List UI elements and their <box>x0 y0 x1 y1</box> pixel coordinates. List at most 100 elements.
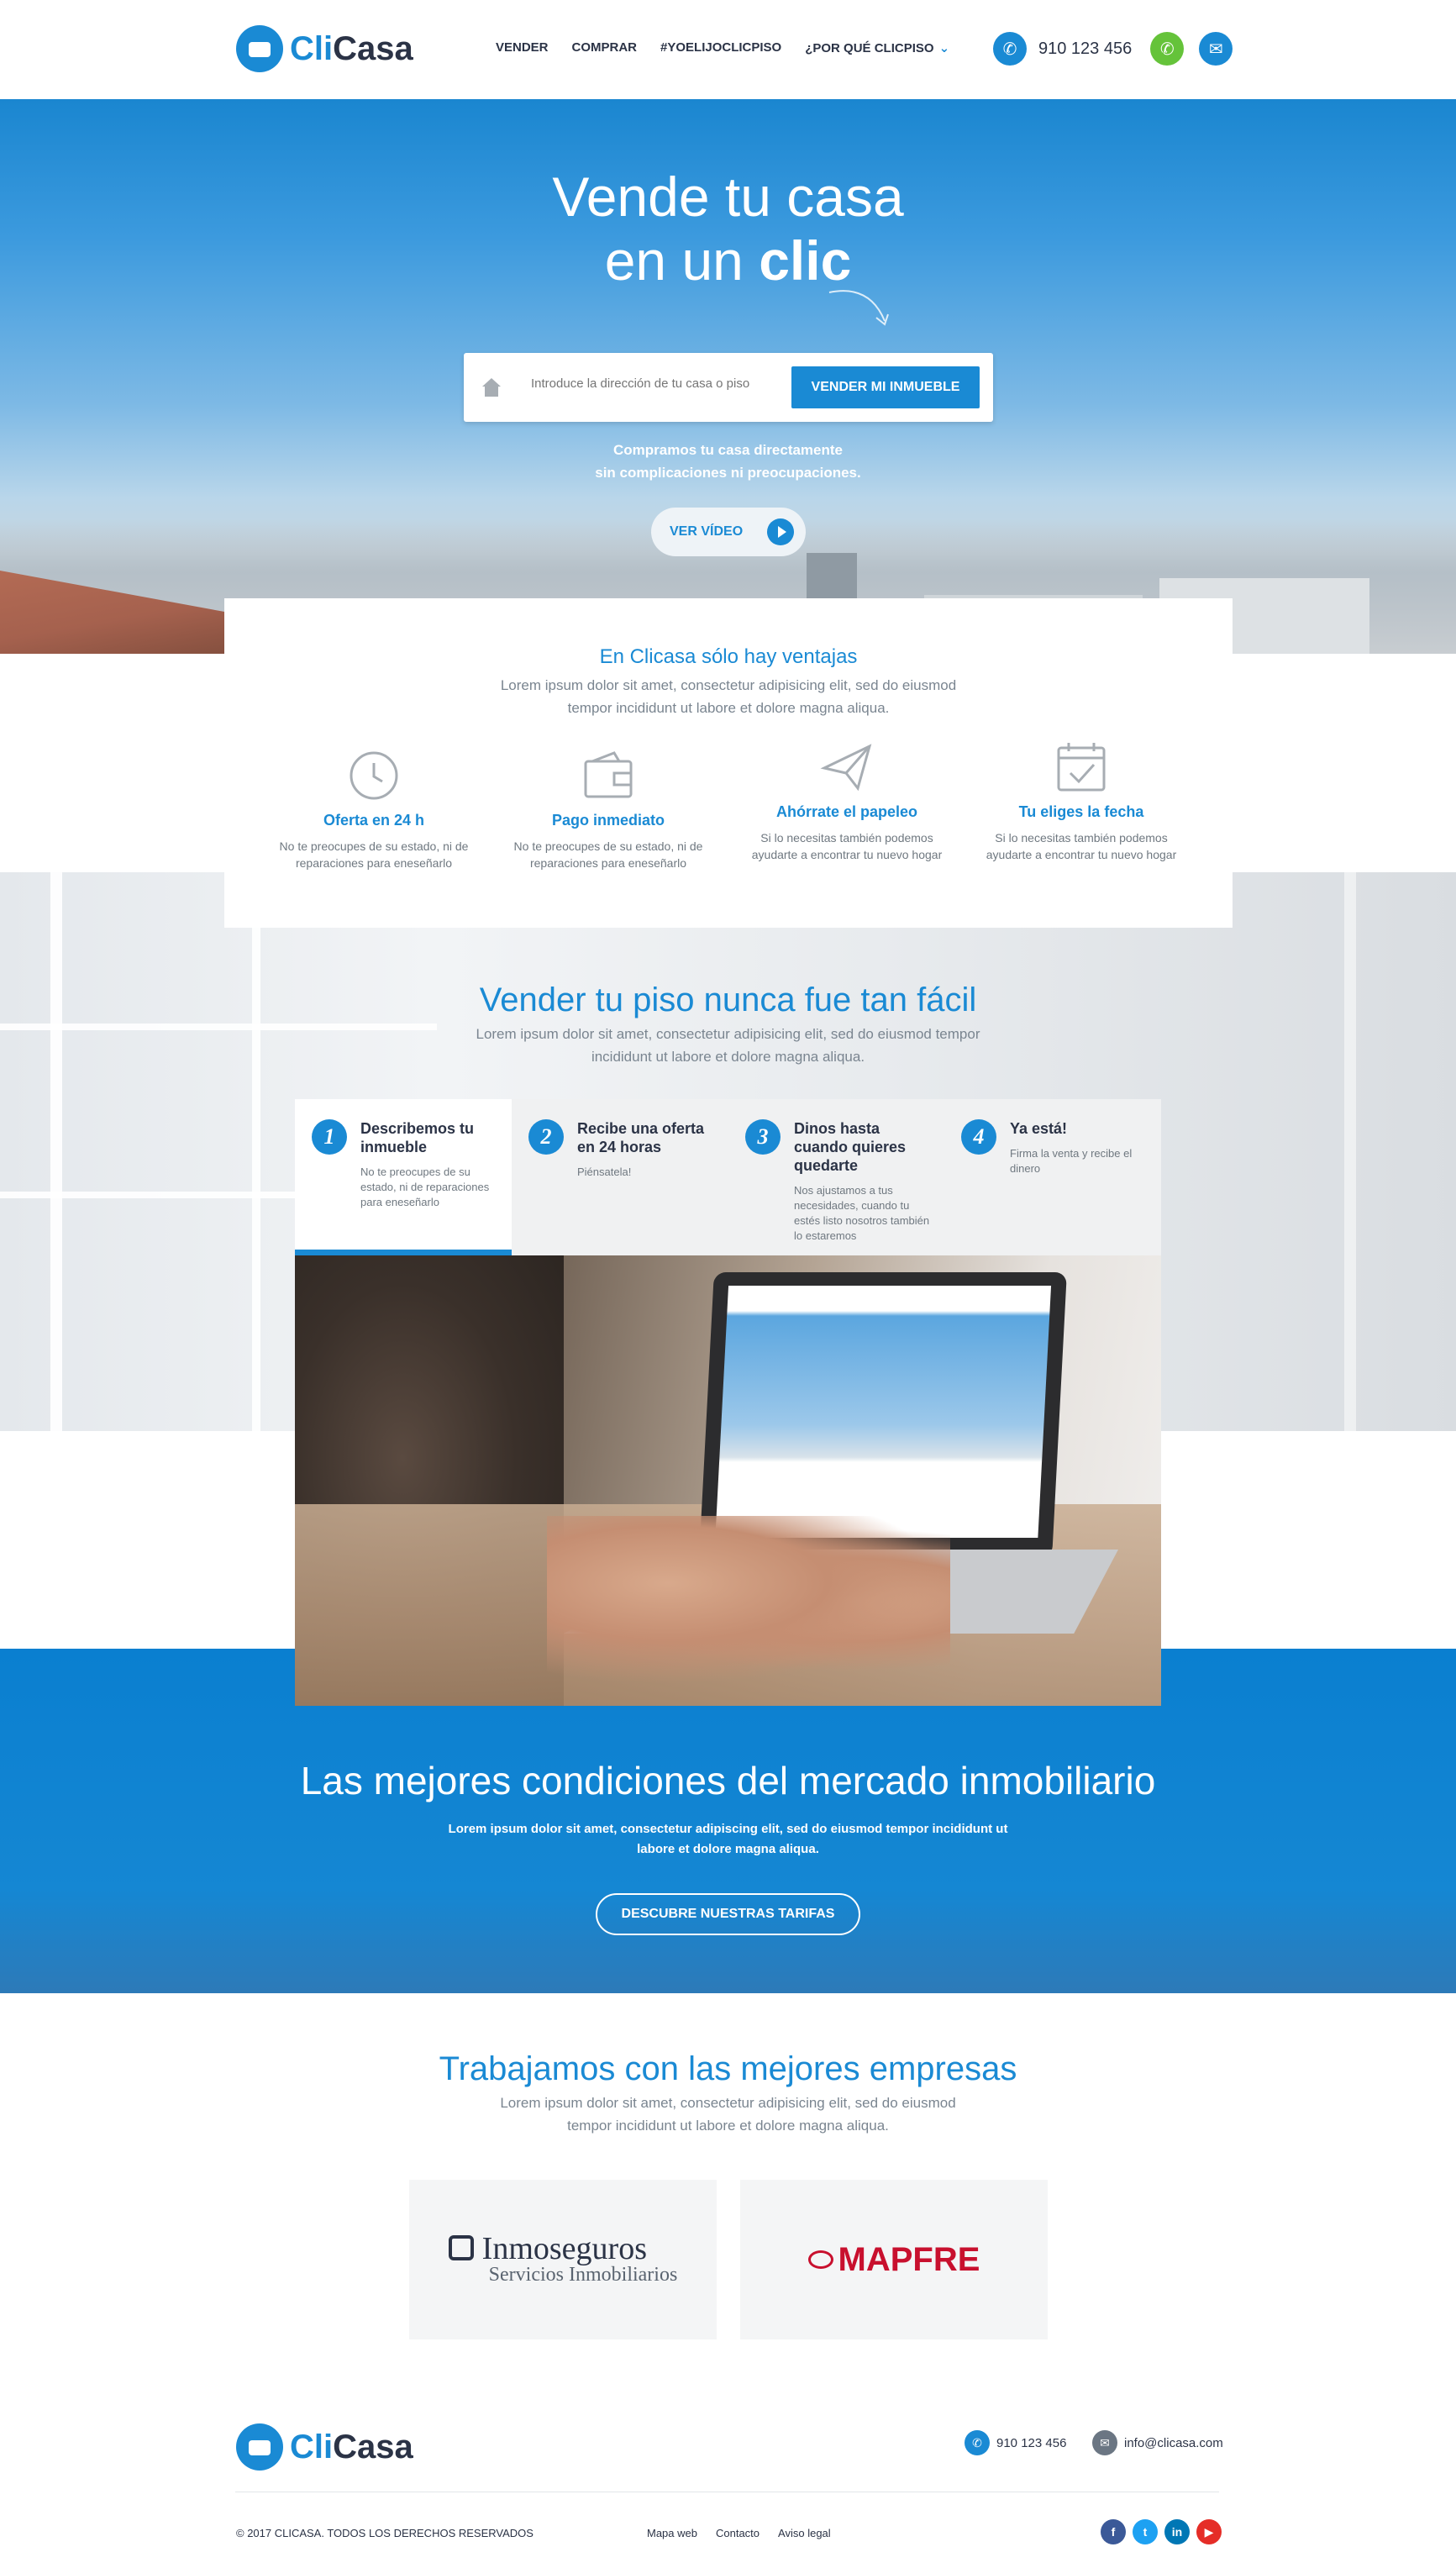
feature-fecha: Tu eliges la fecha Si lo necesitas tambi… <box>971 739 1191 863</box>
main-nav: VENDER COMPRAR #YOELIJOCLICPISO ¿POR QUÉ… <box>496 40 949 55</box>
laptop-screen <box>699 1272 1067 1558</box>
inmoseguros-tagline: Servicios Inmobiliarios <box>488 2264 678 2286</box>
whatsapp-icon[interactable]: ✆ <box>1150 32 1185 66</box>
mail-icon[interactable]: ✉ <box>1199 32 1233 66</box>
step-title: Ya está! <box>1010 1120 1068 1137</box>
nav-item-vender[interactable]: VENDER <box>496 40 549 55</box>
video-button[interactable]: VER VÍDEO <box>651 508 806 556</box>
footer-link-contacto[interactable]: Contacto <box>716 2527 760 2539</box>
inmoseguros-name: Inmoseguros <box>481 2231 647 2266</box>
step-number: 1 <box>312 1119 347 1155</box>
calendar-check-icon <box>1057 743 1106 792</box>
logo-house-icon <box>236 25 283 72</box>
banner-title: Las mejores condiciones del mercado inmo… <box>300 1759 1156 1802</box>
mail-icon: ✉ <box>1092 2430 1117 2455</box>
feature-title: Pago inmediato <box>551 812 665 829</box>
phone-icon[interactable]: ✆ <box>993 32 1027 66</box>
step-number: 2 <box>528 1119 564 1155</box>
hero-title-line2: en un <box>604 229 760 292</box>
mapfre-emblem-icon <box>807 2250 833 2269</box>
footer-link-aviso[interactable]: Aviso legal <box>778 2527 831 2539</box>
home-icon <box>482 378 501 397</box>
address-input[interactable] <box>531 376 783 391</box>
footer-logo[interactable]: CliCasa <box>236 2423 413 2471</box>
step-text: Piénsatela! <box>577 1166 632 1178</box>
feature-title: Oferta en 24 h <box>323 812 425 829</box>
hero-subtitle: Compramos tu casa directamente sin compl… <box>0 439 1456 484</box>
logo-text-casa: Casa <box>333 2428 413 2465</box>
sell-button[interactable]: VENDER MI INMUEBLE <box>791 366 980 408</box>
feature-text: No te preocupes de su estado, ni de repa… <box>279 839 469 870</box>
advantages-subtitle: Lorem ipsum dolor sit amet, consectetur … <box>224 674 1233 719</box>
step-title: Dinos hasta cuando quieres quedarte <box>794 1120 907 1174</box>
partners-subtitle-line1: Lorem ipsum dolor sit amet, consectetur … <box>500 2095 956 2111</box>
nav-item-yoelijoclicpiso[interactable]: #YOELIJOCLICPISO <box>660 40 781 55</box>
step-title: Describemos tu inmueble <box>360 1120 475 1155</box>
feature-papeleo: Ahórrate el papeleo Si lo necesitas tamb… <box>737 739 957 863</box>
step-tab-4[interactable]: 4 Ya está! Firma la venta y recibe el di… <box>944 1099 1161 1255</box>
facebook-icon[interactable]: f <box>1101 2519 1126 2544</box>
phone-icon: ✆ <box>965 2430 990 2455</box>
linkedin-icon[interactable]: in <box>1164 2519 1190 2544</box>
advantages-subtitle-line1: Lorem ipsum dolor sit amet, consectetur … <box>500 677 957 693</box>
steps-subtitle: Lorem ipsum dolor sit amet, consectetur … <box>0 1023 1456 1068</box>
hero-subtitle-line2: sin complicaciones ni preocupaciones. <box>595 465 861 481</box>
paper-plane-icon <box>820 744 872 792</box>
mapfre-logo: MAPFRE <box>807 2240 980 2279</box>
banner-subtitle: Lorem ipsum dolor sit amet, consectetur … <box>0 1819 1456 1860</box>
step-text: No te preocupes de su estado, ni de repa… <box>360 1166 490 1208</box>
header-contact: ✆ 910 123 456 ✆ ✉ <box>993 32 1233 66</box>
feature-oferta: Oferta en 24 h No te preocupes de su est… <box>264 748 484 871</box>
partner-mapfre[interactable]: MAPFRE <box>740 2180 1048 2339</box>
tarifas-button[interactable]: DESCUBRE NUESTRAS TARIFAS <box>596 1893 860 1935</box>
step-text: Nos ajustamos a tus necesidades, cuando … <box>794 1184 930 1242</box>
nav-item-por-que-clicpiso[interactable]: ¿POR QUÉ CLICPISO ⌄ <box>805 40 949 55</box>
inmoseguros-logo: Inmoseguros Servicios Inmobiliarios <box>448 2231 678 2286</box>
step-number: 3 <box>745 1119 781 1155</box>
footer-phone[interactable]: ✆ 910 123 456 <box>965 2430 1066 2455</box>
step-tab-3[interactable]: 3 Dinos hasta cuando quieres quedarte No… <box>728 1099 945 1255</box>
logo-house-icon <box>236 2423 283 2471</box>
hero-title-line1: Vende tu casa <box>552 166 904 228</box>
partners-subtitle: Lorem ipsum dolor sit amet, consectetur … <box>0 2092 1456 2137</box>
step-text: Firma la venta y recibe el dinero <box>1010 1147 1133 1175</box>
twitter-icon[interactable]: t <box>1133 2519 1158 2544</box>
chevron-down-icon: ⌄ <box>938 41 950 55</box>
page: CliCasa VENDER COMPRAR #YOELIJOCLICPISO … <box>0 0 1456 2568</box>
advantages-title: En Clicasa sólo hay ventajas <box>599 645 858 668</box>
video-button-label: VER VÍDEO <box>670 524 744 539</box>
youtube-icon[interactable]: ▶ <box>1196 2519 1222 2544</box>
partners-subtitle-line2: tempor incididunt ut labore et dolore ma… <box>567 2118 889 2134</box>
advantages-card: En Clicasa sólo hay ventajas Lorem ipsum… <box>224 598 1233 928</box>
curved-arrow-icon <box>828 290 889 326</box>
step-tab-2[interactable]: 2 Recibe una oferta en 24 horas Piénsate… <box>512 1099 728 1255</box>
inmoseguros-logo-icon <box>448 2235 474 2260</box>
partner-inmoseguros[interactable]: Inmoseguros Servicios Inmobiliarios <box>409 2180 717 2339</box>
copyright: © 2017 CLICASA. TODOS LOS DERECHOS RESER… <box>236 2527 534 2539</box>
step-number: 4 <box>961 1119 996 1155</box>
play-icon <box>767 518 794 545</box>
mapfre-name: MAPFRE <box>838 2240 980 2278</box>
address-search: VENDER MI INMUEBLE <box>464 353 993 422</box>
advantages-subtitle-line2: tempor incididunt ut labore et dolore ma… <box>567 700 890 716</box>
feature-text: Si lo necesitas también podemos ayudarte… <box>751 831 943 861</box>
steps-title: Vender tu piso nunca fue tan fácil <box>479 981 977 1018</box>
banner-subtitle-line2: labore et dolore magna aliqua. <box>637 1842 819 1856</box>
social-links: f t in ▶ <box>1101 2519 1222 2544</box>
steps-subtitle-line2: incididunt ut labore et dolore magna ali… <box>591 1049 865 1065</box>
logo[interactable]: CliCasa <box>236 25 413 72</box>
site-footer: CliCasa ✆ 910 123 456 ✉ info@clicasa.com… <box>0 2403 1456 2568</box>
partners-title: Trabajamos con las mejores empresas <box>439 2050 1017 2087</box>
footer-link-mapa[interactable]: Mapa web <box>647 2527 697 2539</box>
step-tab-1[interactable]: 1 Describemos tu inmueble No te preocupe… <box>295 1099 512 1255</box>
header-phone[interactable]: 910 123 456 <box>1038 39 1132 59</box>
footer-email[interactable]: ✉ info@clicasa.com <box>1092 2430 1223 2455</box>
site-header: CliCasa VENDER COMPRAR #YOELIJOCLICPISO … <box>0 0 1456 99</box>
banner-subtitle-line1: Lorem ipsum dolor sit amet, consectetur … <box>448 1822 1008 1836</box>
hero: Vende tu casa en un clic VENDER MI INMUE… <box>0 99 1456 654</box>
steps-subtitle-line1: Lorem ipsum dolor sit amet, consectetur … <box>476 1026 980 1042</box>
laptop-photo <box>295 1255 1161 1706</box>
logo-text-cli: Cli <box>290 29 334 67</box>
logo-text-casa: Casa <box>333 29 413 67</box>
nav-item-comprar[interactable]: COMPRAR <box>572 40 638 55</box>
